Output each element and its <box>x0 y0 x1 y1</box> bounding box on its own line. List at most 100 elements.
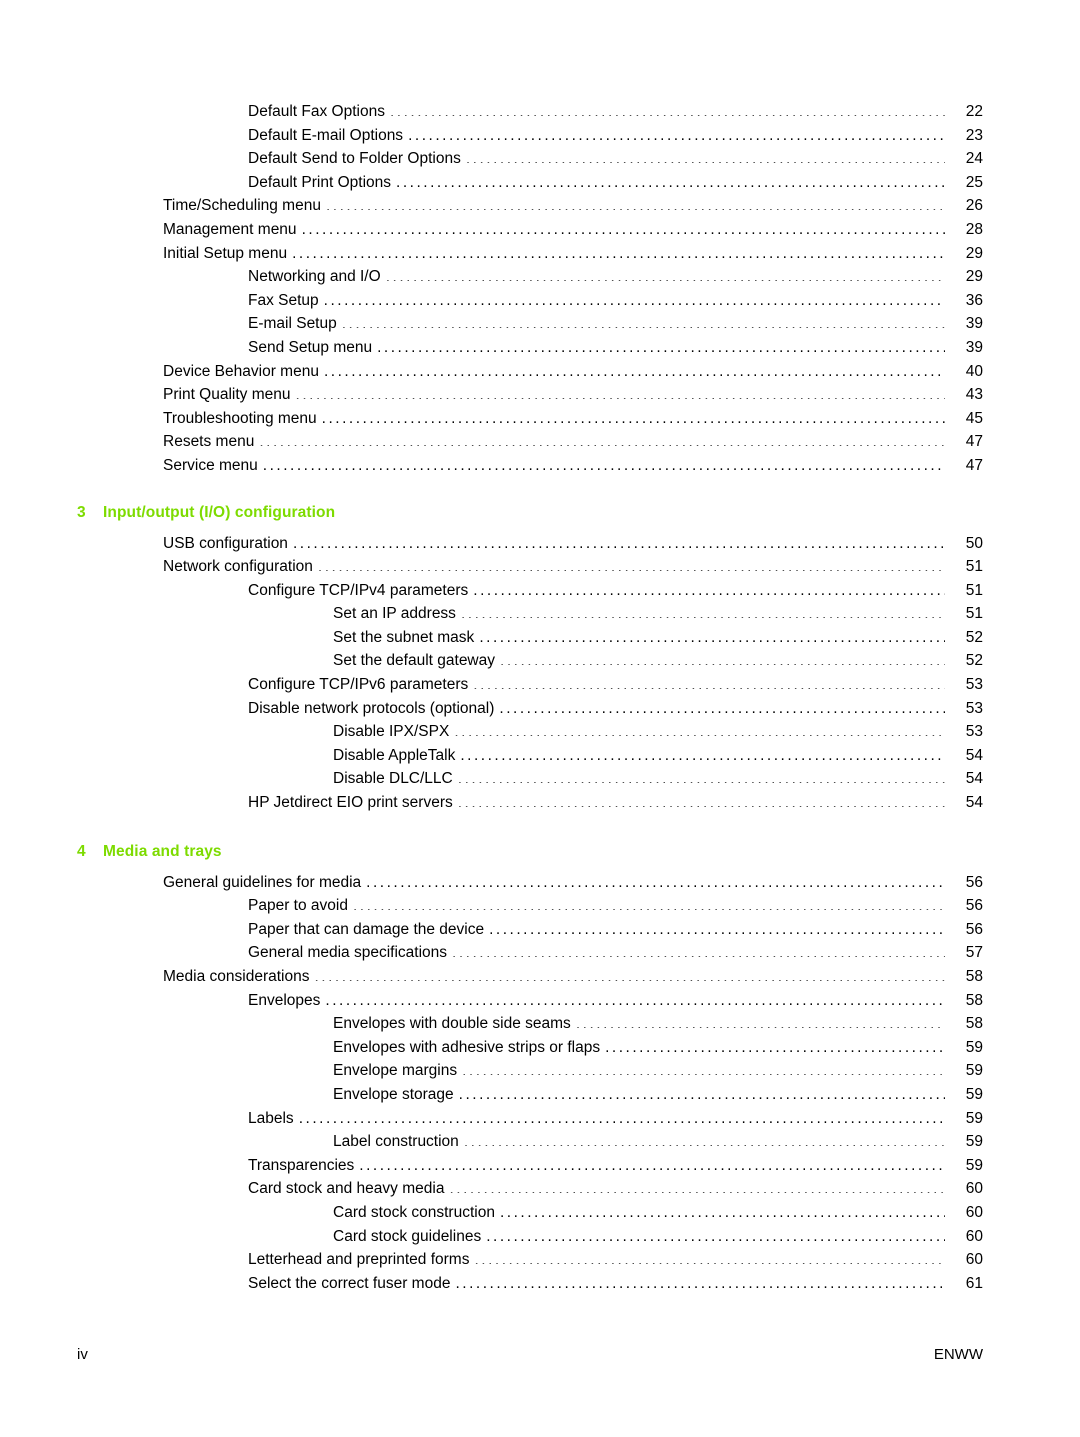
toc-entry-title: E-mail Setup <box>248 315 337 333</box>
toc-entry[interactable]: Fax Setup 36 <box>77 289 983 313</box>
toc-entry-page-number: 40 <box>965 362 983 380</box>
dot-leader <box>452 942 945 958</box>
dot-leader <box>459 1083 945 1099</box>
dot-leader <box>342 313 945 329</box>
toc-entry[interactable]: HP Jetdirect EIO print servers 54 <box>77 791 983 815</box>
toc-entry[interactable]: Envelopes with double side seams 58 <box>77 1012 983 1036</box>
toc-entry-page-number: 61 <box>965 1274 983 1292</box>
toc-entry-page-number: 29 <box>965 244 983 262</box>
toc-entry-title: Paper to avoid <box>248 897 348 915</box>
toc-entry-title: Configure TCP/IPv6 parameters <box>248 676 469 694</box>
dot-leader <box>322 407 945 423</box>
toc-entry[interactable]: Select the correct fuser mode 61 <box>77 1272 983 1296</box>
dot-leader <box>449 1178 945 1194</box>
dot-leader <box>479 626 945 642</box>
dot-leader <box>259 431 945 447</box>
toc-entry-title: Send Setup menu <box>248 338 373 356</box>
toc-entry[interactable]: Time/Scheduling menu 26 <box>77 194 983 218</box>
toc-entry-page-number: 24 <box>965 150 983 168</box>
toc-entry[interactable]: General media specifications 57 <box>77 941 983 965</box>
toc-entry[interactable]: Paper that can damage the device 56 <box>77 918 983 942</box>
toc-entry-title: Configure TCP/IPv4 parameters <box>248 581 469 599</box>
toc-entry-page-number: 54 <box>965 770 983 788</box>
dot-leader <box>466 148 945 164</box>
toc-entry[interactable]: Set the default gateway 52 <box>77 649 983 673</box>
toc-entry[interactable]: Networking and I/O 29 <box>77 265 983 289</box>
toc-entry-title: Envelopes with adhesive strips or flaps <box>333 1038 601 1056</box>
toc-entry[interactable]: Label construction 59 <box>77 1130 983 1154</box>
toc-entry[interactable]: Default Send to Folder Options 24 <box>77 147 983 171</box>
toc-entry-title: Disable DLC/LLC <box>333 770 453 788</box>
chapter-heading-4[interactable]: 4 Media and trays <box>77 815 983 871</box>
toc-entry-title: Network configuration <box>163 558 313 576</box>
dot-leader <box>454 721 945 737</box>
toc-entry[interactable]: Transparencies 59 <box>77 1154 983 1178</box>
toc-entry[interactable]: Resets menu 47 <box>77 430 983 454</box>
toc-entry[interactable]: Envelopes with adhesive strips or flaps 5… <box>77 1036 983 1060</box>
dot-leader <box>458 768 945 784</box>
toc-entry-title: Service menu <box>163 456 258 474</box>
toc-entry-title: Card stock guidelines <box>333 1227 482 1245</box>
toc-entry[interactable]: Default Print Options 25 <box>77 171 983 195</box>
toc-entry[interactable]: Management menu 28 <box>77 218 983 242</box>
toc-entry-page-number: 58 <box>965 1015 983 1033</box>
toc-entry[interactable]: Set an IP address 51 <box>77 602 983 626</box>
toc-entry-title: Envelope margins <box>333 1062 458 1080</box>
toc-entry[interactable]: Disable IPX/SPX 53 <box>77 720 983 744</box>
dot-leader <box>408 124 945 140</box>
toc-entry-page-number: 56 <box>965 920 983 938</box>
toc-entry-page-number: 59 <box>965 1038 983 1056</box>
toc-entry[interactable]: Print Quality menu 43 <box>77 383 983 407</box>
toc-entry[interactable]: Disable AppleTalk 54 <box>77 744 983 768</box>
toc-entry-title: Select the correct fuser mode <box>248 1274 451 1292</box>
toc-entry-title: Card stock construction <box>333 1203 495 1221</box>
toc-entry-title: General media specifications <box>248 944 448 962</box>
toc-entry[interactable]: Default Fax Options 22 <box>77 100 983 124</box>
toc-entry[interactable]: Envelopes 58 <box>77 989 983 1013</box>
toc-entry-title: Letterhead and preprinted forms <box>248 1251 470 1269</box>
toc-entry[interactable]: Media considerations 58 <box>77 965 983 989</box>
toc-entry[interactable]: Device Behavior menu 40 <box>77 360 983 384</box>
toc-entry[interactable]: Paper to avoid 56 <box>77 894 983 918</box>
toc-entry-page-number: 39 <box>965 338 983 356</box>
toc-entry[interactable]: Envelope storage 59 <box>77 1083 983 1107</box>
dot-leader <box>324 289 945 305</box>
toc-entry[interactable]: E-mail Setup 39 <box>77 312 983 336</box>
toc-entry[interactable]: Letterhead and preprinted forms 60 <box>77 1248 983 1272</box>
toc-entry-page-number: 58 <box>965 991 983 1009</box>
toc-entry[interactable]: Configure TCP/IPv6 parameters 53 <box>77 673 983 697</box>
toc-entry-page-number: 51 <box>965 605 983 623</box>
chapter-heading-3[interactable]: 3 Input/output (I/O) configuration <box>77 478 983 532</box>
toc-entry-page-number: 59 <box>965 1156 983 1174</box>
toc-entry[interactable]: Disable DLC/LLC 54 <box>77 767 983 791</box>
toc-entry-page-number: 51 <box>965 581 983 599</box>
toc-entry-page-number: 51 <box>965 558 983 576</box>
toc-entry-page-number: 43 <box>965 386 983 404</box>
toc-entry[interactable]: Service menu 47 <box>77 454 983 478</box>
toc-entry-title: HP Jetdirect EIO print servers <box>248 794 453 812</box>
toc-page: Default Fax Options 22 Default E-mail Opti… <box>0 0 1080 1437</box>
toc-entry-title: Networking and I/O <box>248 268 381 286</box>
toc-entry[interactable]: Envelope margins 59 <box>77 1059 983 1083</box>
toc-entry[interactable]: Troubleshooting menu 45 <box>77 407 983 431</box>
toc-entry[interactable]: Configure TCP/IPv4 parameters 51 <box>77 579 983 603</box>
toc-entry[interactable]: Card stock construction 60 <box>77 1201 983 1225</box>
toc-entry[interactable]: USB configuration 50 <box>77 532 983 556</box>
toc-entry-title: Default Fax Options <box>248 103 385 120</box>
toc-entry[interactable]: Disable network protocols (optional) 53 <box>77 697 983 721</box>
toc-entry[interactable]: Labels 59 <box>77 1107 983 1131</box>
toc-entry[interactable]: Send Setup menu 39 <box>77 336 983 360</box>
toc-entry-title: Time/Scheduling menu <box>163 197 321 215</box>
dot-leader <box>460 744 945 760</box>
toc-entry[interactable]: Set the subnet mask 52 <box>77 626 983 650</box>
toc-entry[interactable]: Card stock and heavy media 60 <box>77 1177 983 1201</box>
toc-entry-title: Labels <box>248 1109 294 1127</box>
toc-entry[interactable]: Default E-mail Options 23 <box>77 124 983 148</box>
dot-leader <box>473 579 945 595</box>
table-of-contents: Default Fax Options 22 Default E-mail Opti… <box>77 100 983 1295</box>
toc-entry-page-number: 59 <box>965 1109 983 1127</box>
toc-entry[interactable]: General guidelines for media 56 <box>77 871 983 895</box>
toc-entry[interactable]: Network configuration 51 <box>77 555 983 579</box>
toc-entry[interactable]: Card stock guidelines 60 <box>77 1225 983 1249</box>
toc-entry[interactable]: Initial Setup menu 29 <box>77 242 983 266</box>
